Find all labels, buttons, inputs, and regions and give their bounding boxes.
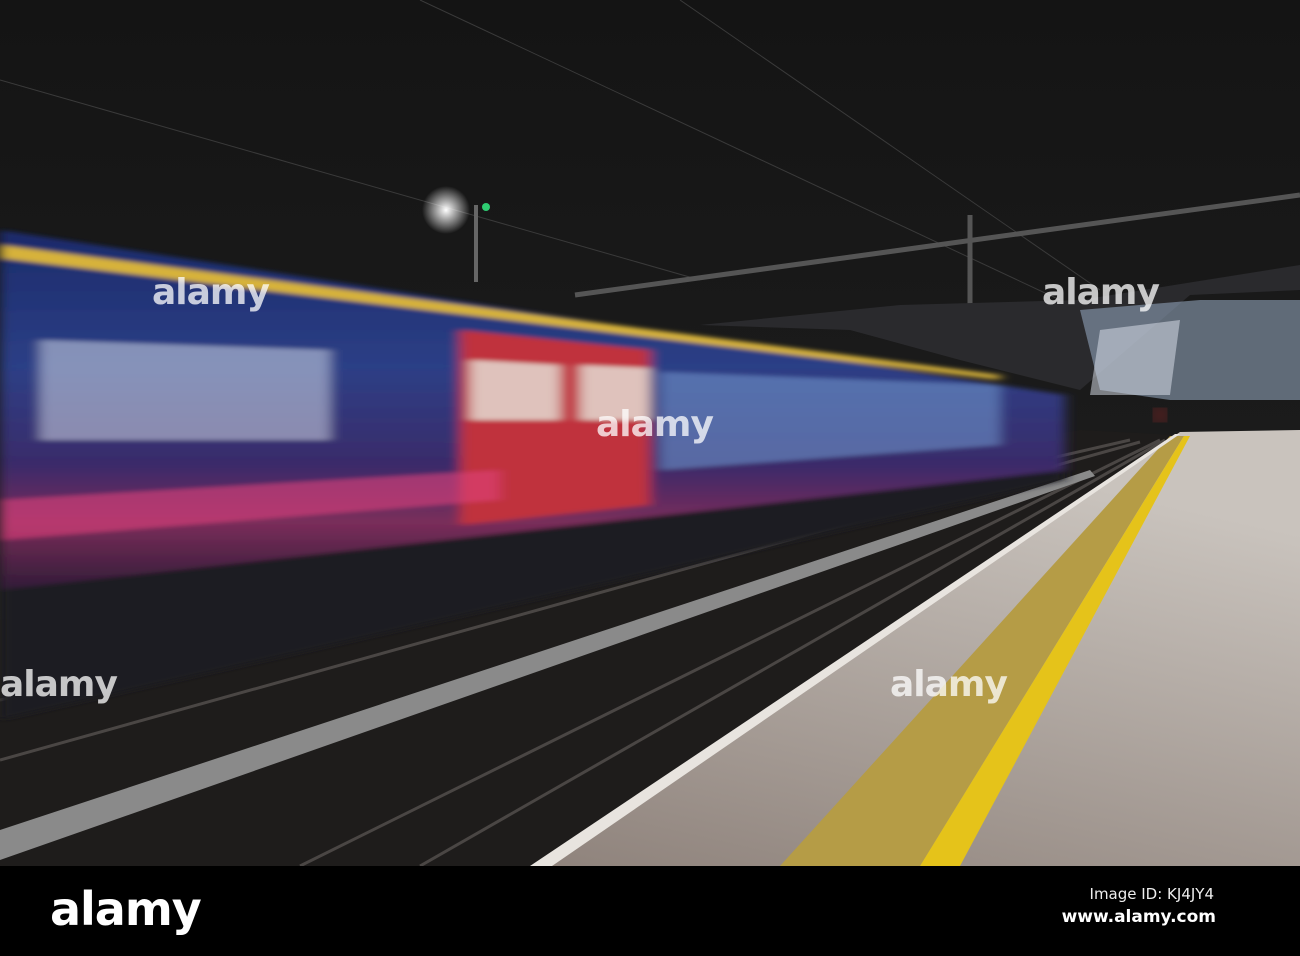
alamy-logo: alamy	[50, 882, 202, 936]
watermark: alamy	[152, 272, 270, 313]
footer-bar: alamy Image ID: KJ4JY4 www.alamy.com	[0, 866, 1300, 956]
watermark: alamy	[0, 664, 118, 705]
site-url: www.alamy.com	[1061, 907, 1216, 927]
watermark: alamy	[1042, 272, 1160, 313]
watermark: alamy	[890, 664, 1008, 705]
image-id: Image ID: KJ4JY4	[1089, 885, 1214, 903]
stock-photo: alamy alamy alamy alamy alamy alamy Imag…	[0, 0, 1300, 956]
street-lamp	[422, 186, 470, 234]
watermark: alamy	[596, 404, 714, 445]
